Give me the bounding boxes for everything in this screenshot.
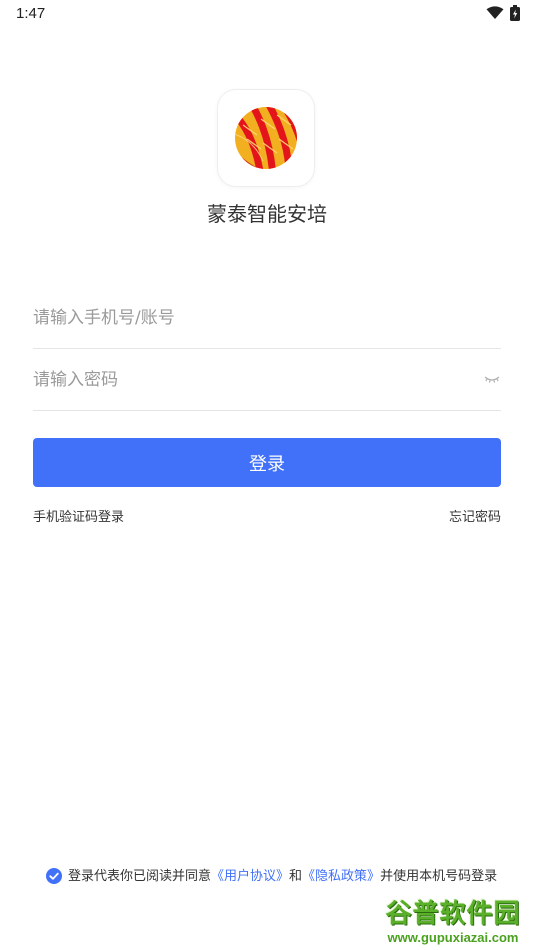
app-name: 蒙泰智能安培 (207, 202, 327, 226)
sms-login-link[interactable]: 手机验证码登录 (33, 506, 124, 525)
forgot-password-link[interactable]: 忘记密码 (449, 506, 501, 525)
app-logo-icon (235, 107, 297, 169)
user-agreement-link[interactable]: 《用户协议》 (211, 869, 289, 884)
watermark-title: 谷普软件园 (385, 899, 521, 929)
status-bar: 1:47 (0, 0, 534, 28)
agreement-text: 登录代表你已阅读并同意《用户协议》和《隐私政策》并使用本机号码登录 (68, 866, 501, 888)
password-field (33, 350, 501, 411)
agreement-prefix: 登录代表你已阅读并同意 (68, 869, 212, 884)
password-input[interactable] (33, 350, 453, 410)
agreement-suffix: 并使用本机号码登录 (380, 869, 498, 884)
app-logo (218, 90, 314, 186)
status-icons (486, 5, 520, 21)
privacy-policy-link[interactable]: 《隐私政策》 (302, 869, 380, 884)
eye-closed-icon[interactable] (483, 370, 501, 388)
status-time: 1:47 (16, 5, 46, 22)
battery-charging-icon (510, 5, 520, 21)
phone-field (33, 288, 501, 349)
agreement: 登录代表你已阅读并同意《用户协议》和《隐私政策》并使用本机号码登录 (46, 866, 501, 888)
wifi-icon (486, 6, 504, 19)
checkbox-checked-icon[interactable] (46, 868, 62, 884)
login-button[interactable]: 登录 (33, 438, 501, 487)
agreement-and: 和 (289, 869, 303, 884)
watermark: 谷普软件园 www.gupuxiazai.com (372, 893, 534, 950)
watermark-url: www.gupuxiazai.com (372, 926, 534, 950)
phone-input[interactable] (33, 288, 453, 348)
